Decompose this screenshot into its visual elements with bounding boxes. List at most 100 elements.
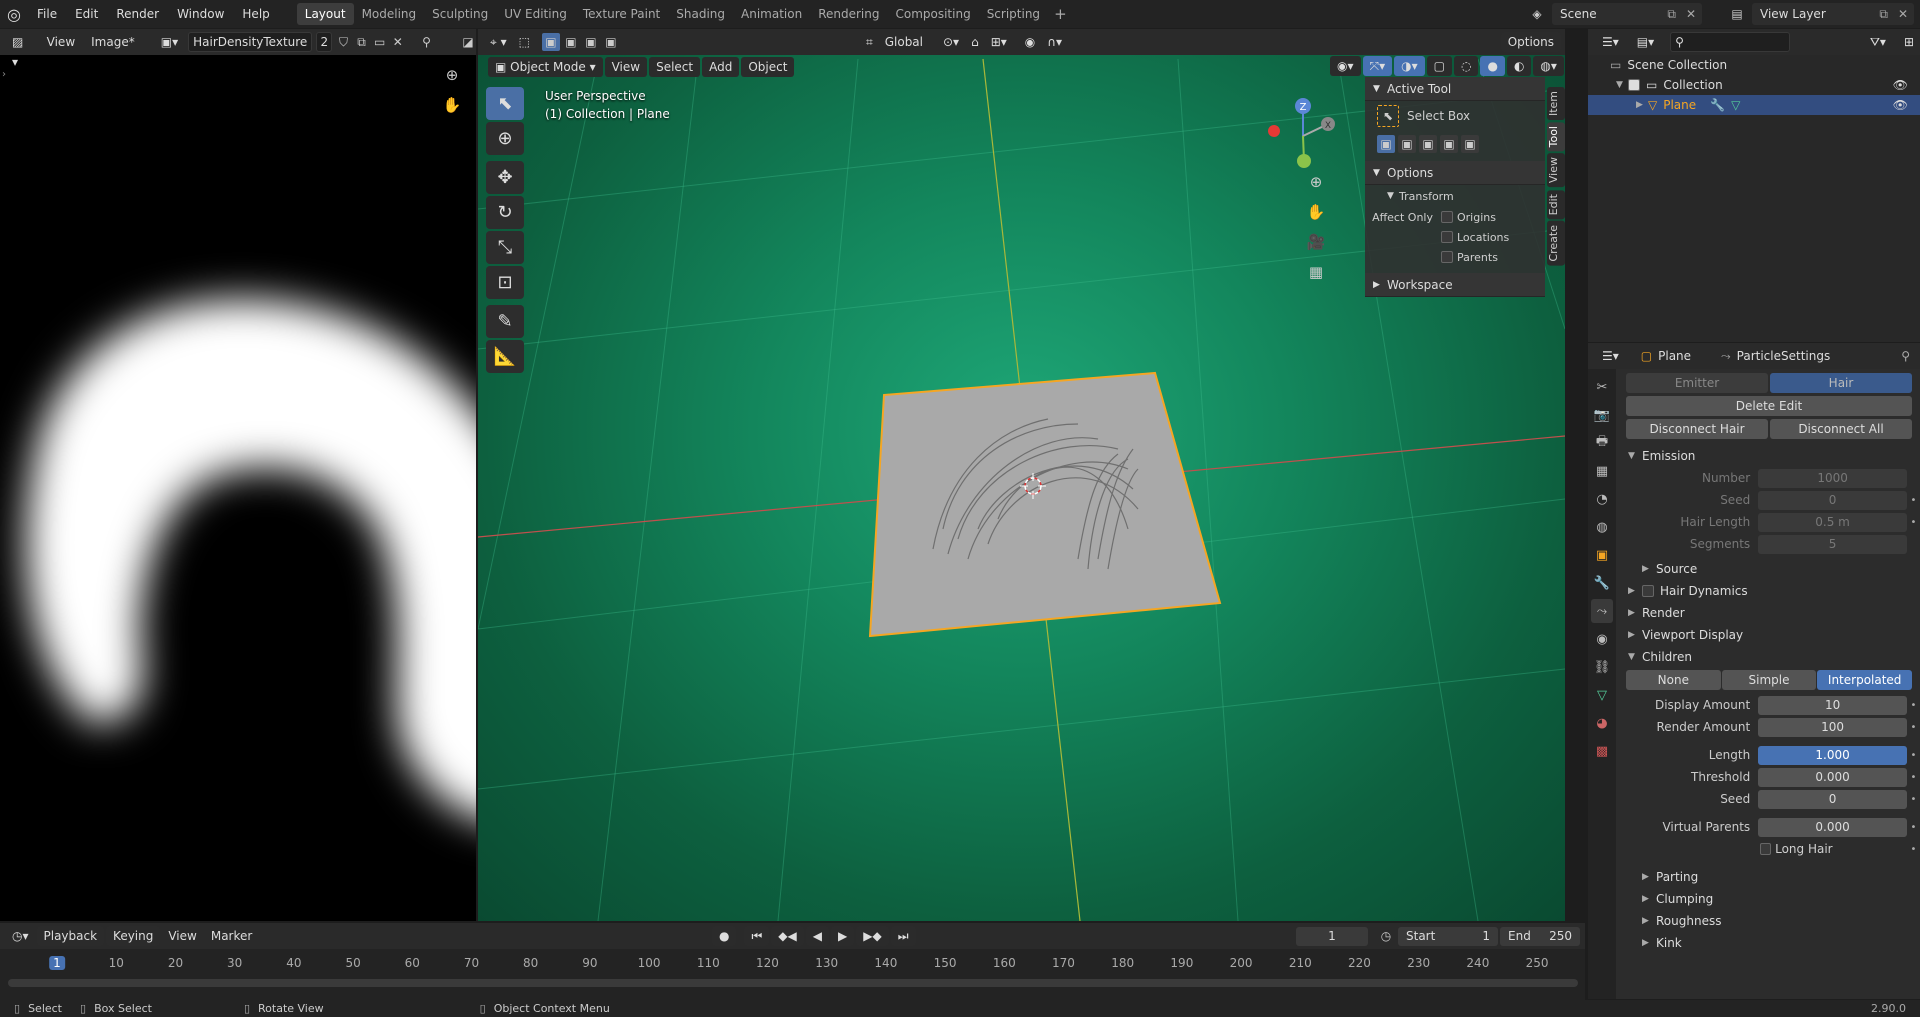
hair-dynamics-checkbox[interactable] (1642, 585, 1654, 597)
transform-orientation-icon[interactable]: ⌗ (860, 32, 879, 52)
parents-checkbox[interactable] (1441, 251, 1453, 263)
children-seed-field[interactable]: 0 (1758, 789, 1907, 809)
rendered-shading-icon[interactable]: ◍▾ (1533, 56, 1564, 76)
animate-virtual-parents-icon[interactable]: • (1907, 822, 1920, 833)
animate-children-seed-icon[interactable]: • (1907, 794, 1920, 805)
image-menu[interactable]: Image* (85, 32, 141, 52)
collection-checkbox[interactable] (1628, 79, 1640, 91)
proportional-edit-icon[interactable]: ◉ (1019, 32, 1041, 52)
xray-icon[interactable]: ▢ (1426, 56, 1452, 76)
origins-checkbox[interactable] (1441, 211, 1453, 223)
preview-range-icon[interactable]: ◷ (1378, 929, 1394, 943)
menu-window[interactable]: Window (168, 0, 233, 28)
pan-hand-icon[interactable]: ✋ (440, 93, 464, 117)
keying-menu[interactable]: Keying (106, 926, 161, 946)
object-crumb[interactable]: Plane (1658, 349, 1691, 363)
orientation-dropdown[interactable]: Global (879, 32, 929, 52)
close-scene-icon[interactable]: ✕ (1680, 7, 1702, 21)
scene-type-icon[interactable]: ◈ (1527, 4, 1547, 24)
menu-edit[interactable]: Edit (66, 0, 107, 28)
prev-keyframe-icon[interactable]: ◆◀ (771, 926, 804, 946)
children-simple-button[interactable]: Simple (1721, 670, 1817, 690)
collection-expand-icon[interactable]: ▼ (1616, 80, 1628, 90)
scene-collection-row[interactable]: ▭ Scene Collection (1588, 55, 1920, 75)
menu-select[interactable]: Select (649, 57, 701, 77)
outliner-search-input[interactable]: ⚲ (1670, 32, 1791, 52)
ortho-toggle-icon[interactable]: ▦ (1304, 260, 1328, 284)
image-browse-icon[interactable]: ▣▾ (155, 32, 184, 52)
record-icon[interactable]: ● (712, 926, 737, 946)
view-layer-selector[interactable]: View Layer ⧉ ✕ (1752, 3, 1914, 25)
cursor-tool-icon[interactable]: ⊕ (486, 122, 524, 155)
virtual-parents-field[interactable]: 0.000 (1758, 817, 1907, 837)
clumping-header[interactable]: ▶ Clumping (1620, 888, 1920, 910)
open-image-icon[interactable]: ▭ (373, 35, 387, 49)
hair-button[interactable]: Hair (1770, 373, 1912, 393)
mode-intersect-icon[interactable]: ▣ (1461, 135, 1479, 153)
view-layer-icon[interactable]: ▤ (1727, 4, 1747, 24)
pin-properties-icon[interactable]: ⚲ (1901, 349, 1910, 363)
snap-icon[interactable]: ⌂ (965, 32, 985, 52)
jump-start-icon[interactable]: ⏮ (744, 926, 770, 946)
scene-tab-icon[interactable]: ◔ (1591, 487, 1613, 511)
menu-view[interactable]: View (604, 57, 648, 77)
children-none-button[interactable]: None (1626, 670, 1721, 690)
plane-expand-icon[interactable]: ▶ (1636, 100, 1648, 110)
output-tab-icon[interactable]: 🖶 (1591, 431, 1613, 455)
workspace-header[interactable]: ▶ Workspace (1365, 273, 1545, 297)
animate-long-hair-icon[interactable]: • (1907, 844, 1920, 855)
select-box-tool-icon[interactable]: ⬉ (486, 87, 524, 120)
properties-type-icon[interactable]: ☰▾ (1596, 346, 1625, 366)
zoom-view-icon[interactable]: ⊕ (1304, 170, 1328, 194)
collection-visibility-icon[interactable]: 👁 (1893, 78, 1908, 92)
editor-type-icon[interactable]: ▨ ▾ (6, 32, 37, 69)
animate-display-amount-icon[interactable]: • (1907, 700, 1920, 711)
pin-icon[interactable]: ⚲ (417, 35, 436, 49)
viewport-editor-type-icon[interactable]: ⌖ ▾ (484, 32, 513, 52)
overlay-toggle-icon[interactable]: ◑▾ (1394, 56, 1425, 76)
select-extend-icon[interactable]: ▣ (562, 33, 580, 51)
tab-animation[interactable]: Animation (733, 3, 810, 25)
tab-edit[interactable]: Edit (1547, 189, 1565, 219)
tab-uv-editing[interactable]: UV Editing (496, 3, 575, 25)
particles-tab-icon[interactable]: ⤳ (1591, 599, 1613, 623)
move-tool-icon[interactable]: ✥ (486, 161, 524, 194)
collection-row[interactable]: ▼ ▭ Collection 👁 (1588, 75, 1920, 95)
tab-layout[interactable]: Layout (296, 3, 354, 25)
physics-tab-icon[interactable]: ◉ (1591, 627, 1613, 651)
rotate-tool-icon[interactable]: ↻ (486, 196, 524, 229)
timeline-ruler[interactable]: 1 10 20 30 40 50 60 70 80 90 100 110 120 130 140 150 160… (8, 953, 1578, 975)
start-frame-field[interactable]: Start 1 (1398, 926, 1498, 946)
menu-help[interactable]: Help (233, 0, 278, 28)
gizmo-x-axis[interactable] (1268, 125, 1280, 137)
object-tab-icon[interactable]: ▣ (1591, 543, 1613, 567)
visibility-icon[interactable]: ◉▾ (1330, 56, 1361, 76)
end-frame-field[interactable]: End 250 (1500, 926, 1580, 946)
scene-selector[interactable]: Scene ⧉ ✕ (1552, 3, 1702, 25)
children-interpolated-button[interactable]: Interpolated (1817, 670, 1913, 690)
mode-difference-icon[interactable]: ▣ (1440, 135, 1458, 153)
delete-edit-button[interactable]: Delete Edit (1626, 396, 1912, 416)
snap-target-icon[interactable]: ⊞▾ (985, 32, 1013, 52)
render-tab-icon[interactable]: 📷 (1591, 403, 1613, 427)
display-amount-field[interactable]: 10 (1758, 695, 1907, 715)
selection-mode-icons[interactable]: ▣ ▣ ▣ ▣ (541, 33, 620, 51)
pan-view-icon[interactable]: ✋ (1304, 200, 1328, 224)
falloff-icon[interactable]: ∩▾ (1041, 32, 1068, 52)
locations-checkbox[interactable] (1441, 231, 1453, 243)
copy-scene-icon[interactable]: ⧉ (1663, 7, 1680, 22)
tab-tool[interactable]: Tool (1547, 122, 1565, 152)
number-field[interactable]: 1000 (1758, 468, 1907, 488)
disconnect-hair-button[interactable]: Disconnect Hair (1626, 419, 1768, 439)
unlink-image-icon[interactable]: ✕ (391, 35, 405, 49)
marker-menu[interactable]: Marker (205, 926, 258, 946)
tab-create[interactable]: Create (1547, 220, 1565, 266)
close-view-layer-icon[interactable]: ✕ (1892, 7, 1914, 21)
menu-file[interactable]: File (28, 0, 66, 28)
3d-viewport[interactable]: ⌖ ▾ ⬚ ▣ ▣ ▣ ▣ ⌗ Global ⊙▾ ⌂ ⊞▾ ◉ ∩▾ Opti… (478, 29, 1565, 921)
timeline-type-icon[interactable]: ◷▾ (6, 926, 35, 946)
jump-end-icon[interactable]: ⏭ (890, 926, 916, 946)
image-view-menu[interactable]: View (41, 32, 81, 52)
tab-modeling[interactable]: Modeling (354, 3, 425, 25)
hair-dynamics-header[interactable]: ▶ Hair Dynamics (1620, 580, 1920, 602)
